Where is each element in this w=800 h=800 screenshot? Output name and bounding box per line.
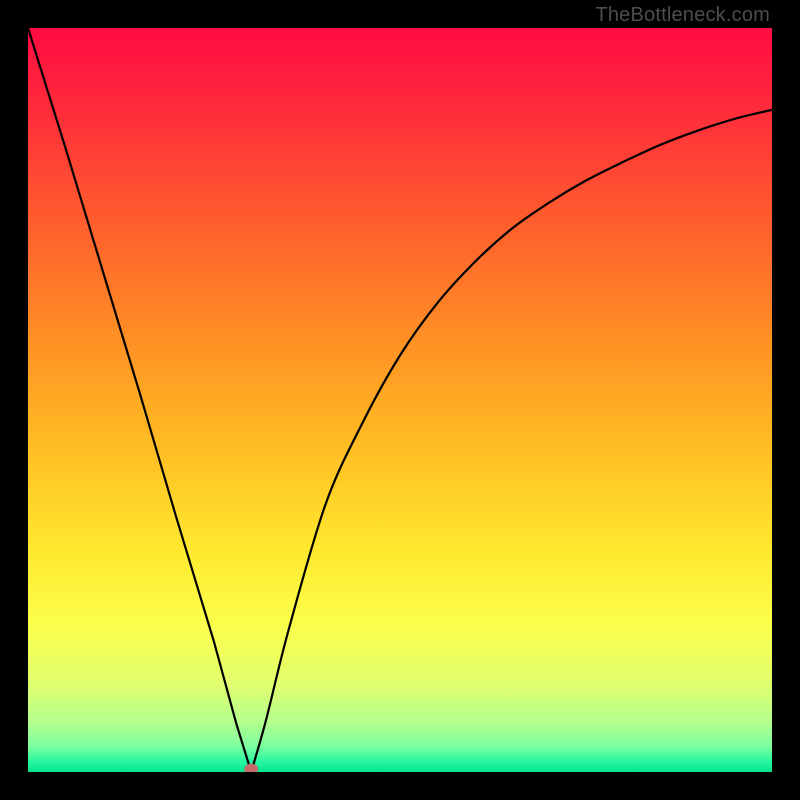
watermark-text: TheBottleneck.com bbox=[595, 4, 770, 27]
curve-layer bbox=[28, 28, 772, 772]
plot-area bbox=[28, 28, 772, 772]
chart-frame: TheBottleneck.com bbox=[0, 0, 800, 800]
